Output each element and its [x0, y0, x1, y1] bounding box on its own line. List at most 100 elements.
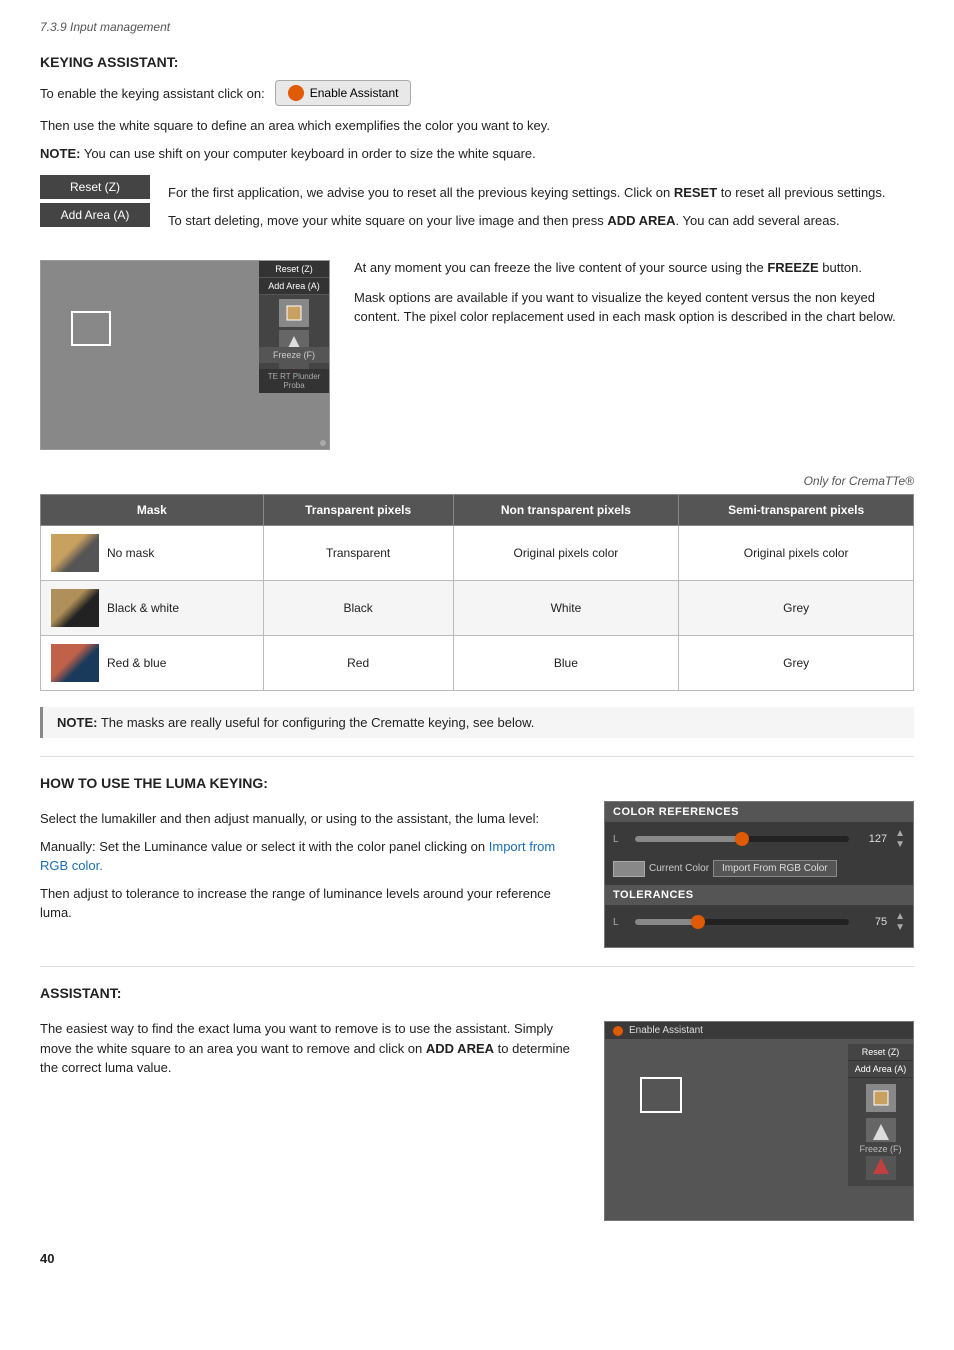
table-row: Red & blue Red Blue Grey	[41, 636, 914, 691]
col-non-transparent: Non transparent pixels	[453, 495, 679, 526]
tolerances-header: TOLERANCES	[605, 885, 913, 905]
freeze-bold: FREEZE	[767, 260, 818, 275]
luma-heading: HOW TO USE THE LUMA KEYING:	[40, 775, 914, 791]
non-transparent-1: White	[453, 581, 679, 636]
ap-reset-btn[interactable]: Reset (Z)	[848, 1044, 913, 1061]
page-number: 40	[40, 1251, 914, 1266]
table-row: No mask Transparent Original pixels colo…	[41, 526, 914, 581]
assistant-heading: ASSISTANT:	[40, 985, 914, 1001]
ap-addarea-btn[interactable]: Add Area (A)	[848, 1061, 913, 1078]
para3-bold: ADD AREA	[607, 213, 675, 228]
tol-row: L 75 ▲▼	[605, 905, 913, 939]
transparent-2: Red	[263, 636, 453, 691]
luma-para2: Manually: Set the Luminance value or sel…	[40, 837, 580, 876]
tol-slider[interactable]	[635, 919, 849, 925]
import-rgb-button[interactable]: Import From RGB Color	[713, 860, 837, 877]
para2-bold: RESET	[674, 185, 717, 200]
freeze-para: At any moment you can freeze the live co…	[354, 258, 914, 278]
ap-icon1	[866, 1084, 896, 1112]
page-title: 7.3.9 Input management	[40, 20, 914, 34]
freeze-pre: At any moment you can freeze the live co…	[354, 260, 767, 275]
para3-pre: To start deleting, move your white squar…	[168, 213, 607, 228]
color-ref-header: COLOR REFERENCES	[605, 802, 913, 822]
enable-intro-text: To enable the keying assistant click on:	[40, 86, 265, 101]
para3-end: . You can add several areas.	[676, 213, 840, 228]
ss-icon1	[279, 299, 309, 327]
rb-mask-thumb	[51, 644, 99, 682]
tol-value: 75	[857, 916, 887, 928]
semi-transparent-1: Grey	[679, 581, 914, 636]
para3: To start deleting, move your white squar…	[168, 211, 914, 231]
luma-section: Select the lumakiller and then adjust ma…	[40, 801, 914, 948]
enable-assistant-button[interactable]: Enable Assistant	[275, 80, 412, 106]
col-semi-transparent: Semi-transparent pixels	[679, 495, 914, 526]
semi-transparent-0: Original pixels color	[679, 526, 914, 581]
mask-cell-2: Red & blue	[41, 636, 264, 691]
note1-bold: NOTE:	[40, 146, 80, 161]
color-ref-slider[interactable]	[635, 836, 849, 842]
keying-note1: NOTE: You can use shift on your computer…	[40, 144, 914, 164]
assistant-panel-top: Enable Assistant	[605, 1022, 913, 1039]
ss-reset-btn[interactable]: Reset (Z)	[259, 261, 329, 278]
assistant-panel: Enable Assistant Reset (Z) Add Area (A) …	[604, 1021, 914, 1221]
table-row: Black & white Black White Grey	[41, 581, 914, 636]
non-transparent-2: Blue	[453, 636, 679, 691]
para2-pre: For the first application, we advise you…	[168, 185, 674, 200]
note2-box: NOTE: The masks are really useful for co…	[40, 707, 914, 738]
freeze-description: At any moment you can freeze the live co…	[354, 250, 914, 335]
rb-mask-label: Red & blue	[107, 656, 166, 670]
semi-transparent-2: Grey	[679, 636, 914, 691]
col-mask: Mask	[41, 495, 264, 526]
mask-cell-0: No mask	[41, 526, 264, 581]
no-mask-thumb	[51, 534, 99, 572]
ap-icon3	[866, 1152, 896, 1180]
assistant-para: The easiest way to find the exact luma y…	[40, 1019, 580, 1078]
keying-assistant-heading: KEYING ASSISTANT:	[40, 54, 914, 70]
current-color-label: Current Color	[649, 863, 709, 874]
reset-addarea-box: Reset (Z) Add Area (A)	[40, 175, 150, 227]
freeze-end: button.	[819, 260, 862, 275]
reset-description: For the first application, we advise you…	[168, 175, 914, 238]
only-for-label: Only for CremaTTe®	[40, 474, 914, 488]
white-square	[71, 311, 111, 346]
addarea-button[interactable]: Add Area (A)	[40, 203, 150, 227]
ss-freeze-btn[interactable]: Freeze (F)	[259, 347, 329, 363]
assist-enable-label: Enable Assistant	[629, 1025, 703, 1036]
no-mask-label: No mask	[107, 546, 154, 560]
keying-para1: Then use the white square to define an a…	[40, 116, 914, 136]
enable-icon	[288, 85, 304, 101]
mask-para: Mask options are available if you want t…	[354, 288, 914, 327]
tol-spinner[interactable]: ▲▼	[895, 911, 905, 933]
screenshot-panel: Reset (Z) Add Area (A) Freeze (F) TE RT …	[40, 260, 330, 450]
reset-button[interactable]: Reset (Z)	[40, 175, 150, 199]
ss-toolbar: Reset (Z) Add Area (A) Freeze (F) TE RT …	[259, 261, 329, 393]
transparent-0: Transparent	[263, 526, 453, 581]
ap-buttons: Reset (Z) Add Area (A) Freeze (F)	[848, 1044, 913, 1186]
mask-cell-1: Black & white	[41, 581, 264, 636]
bw-mask-label: Black & white	[107, 601, 179, 615]
note2-text: The masks are really useful for configur…	[101, 715, 535, 730]
ap-freeze-label: Freeze (F)	[848, 1142, 913, 1156]
assist-dot	[613, 1026, 623, 1036]
ss-bottom-bar: TE RT Plunder Proba	[259, 369, 329, 393]
luma-para2-pre: Manually: Set the Luminance value or sel…	[40, 839, 489, 854]
assistant-section: The easiest way to find the exact luma y…	[40, 1011, 914, 1221]
color-ref-value: 127	[857, 833, 887, 845]
ss-dot	[320, 440, 326, 446]
assistant-addarea-bold: ADD AREA	[426, 1041, 494, 1056]
ss-addarea-btn[interactable]: Add Area (A)	[259, 278, 329, 295]
note1-text: You can use shift on your computer keybo…	[84, 146, 536, 161]
luma-para3: Then adjust to tolerance to increase the…	[40, 884, 580, 923]
bw-mask-thumb	[51, 589, 99, 627]
assistant-text: The easiest way to find the exact luma y…	[40, 1011, 580, 1086]
color-ref-dot	[735, 832, 749, 846]
color-ref-row: L 127 ▲▼	[605, 822, 913, 856]
color-ref-spinner[interactable]: ▲▼	[895, 828, 905, 850]
enable-btn-label: Enable Assistant	[310, 86, 399, 100]
luma-text: Select the lumakiller and then adjust ma…	[40, 801, 580, 931]
non-transparent-0: Original pixels color	[453, 526, 679, 581]
tol-dot	[691, 915, 705, 929]
ap-white-square	[640, 1077, 682, 1113]
luma-para1: Select the lumakiller and then adjust ma…	[40, 809, 580, 829]
tol-label: L	[613, 917, 627, 928]
